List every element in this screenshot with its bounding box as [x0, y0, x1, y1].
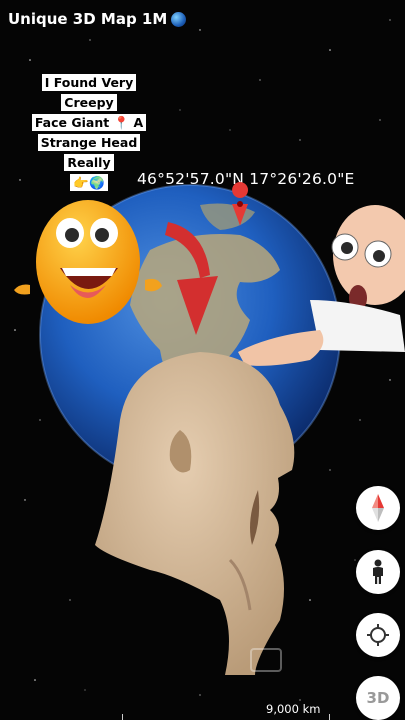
view-3d-label: 3D: [366, 689, 390, 707]
street-view-button[interactable]: [356, 550, 400, 594]
overlay-illustrations: [14, 182, 405, 675]
red-arrow-icon: [165, 222, 218, 335]
map-scale-bar: [122, 714, 330, 720]
baby-face-image: [238, 205, 405, 366]
giant-head-image: [95, 352, 295, 675]
laughing-emoji-icon: [14, 200, 162, 324]
compass-button[interactable]: [356, 486, 400, 530]
pegman-icon: [373, 559, 383, 584]
my-location-button[interactable]: [356, 613, 400, 657]
compass-icon: [372, 494, 384, 522]
view-3d-button[interactable]: 3D: [356, 676, 400, 720]
map-pin-icon: [232, 182, 249, 226]
crosshair-icon: [367, 624, 389, 646]
video-watermark-icon: [250, 648, 282, 672]
